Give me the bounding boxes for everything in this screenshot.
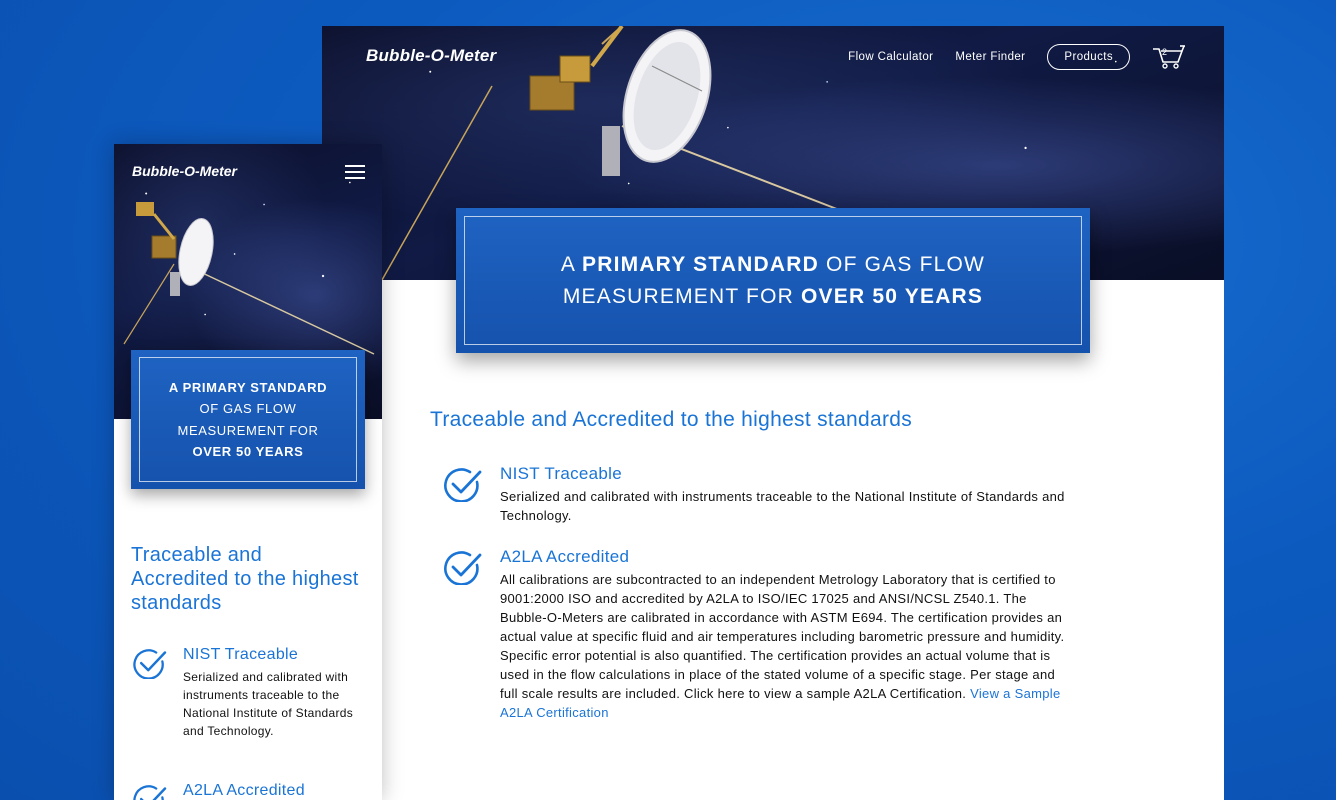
feature-title: NIST Traceable (500, 464, 622, 483)
feature-title: NIST Traceable (183, 646, 299, 663)
section-title: Traceable and Accredited to the highest … (131, 544, 359, 614)
feature-description: Serialized and calibrated with instrumen… (500, 489, 1065, 523)
hero-banner: A PRIMARY STANDARD OF GAS FLOW MEASUREME… (456, 208, 1090, 353)
brand-logo[interactable]: Bubble-O-Meter (132, 163, 237, 179)
hamburger-menu-icon[interactable] (344, 164, 366, 180)
feature-description: All calibrations are subcontracted to an… (500, 572, 1065, 720)
feature-nist: NIST Traceable Serialized and calibrated… (131, 646, 371, 740)
brand-logo[interactable]: Bubble-O-Meter (366, 46, 496, 66)
hero-banner-text: A PRIMARY STANDARD OF GAS FLOW MEASUREME… (464, 216, 1082, 345)
check-circle-icon (133, 649, 167, 679)
feature-nist: NIST Traceable Serialized and calibrated… (430, 464, 1070, 525)
check-circle-icon (444, 551, 482, 585)
feature-description: Serialized and calibrated with instrumen… (183, 670, 354, 738)
banner-line-2: MEASUREMENT FOR OVER 50 YEARS (562, 284, 984, 308)
mobile-mockup: Bubble-O-Meter A PRIMARY STANDARD OF GAS… (114, 144, 382, 800)
main-nav: Flow Calculator Meter Finder Products 2 (848, 44, 1186, 70)
feature-title: A2LA Accredited (500, 547, 630, 566)
nav-meter-finder[interactable]: Meter Finder (955, 51, 1025, 63)
cart-count-badge: 2 (1162, 47, 1168, 57)
desktop-mockup: Bubble-O-Meter Flow Calculator Meter Fin… (322, 26, 1224, 800)
banner-line-1: A PRIMARY STANDARD (168, 379, 328, 395)
hero-banner-text: A PRIMARY STANDARD OF GAS FLOW MEASUREME… (139, 357, 357, 482)
banner-line-1: A PRIMARY STANDARD OF GAS FLOW (560, 252, 986, 276)
check-circle-icon (444, 468, 482, 502)
banner-line-2: OF GAS FLOW (199, 401, 297, 416)
nav-flow-calculator[interactable]: Flow Calculator (848, 51, 933, 63)
cart-button[interactable]: 2 (1152, 44, 1186, 70)
check-circle-icon (133, 785, 167, 800)
feature-a2la: A2LA Accredited (131, 782, 371, 800)
standards-section: Traceable and Accredited to the highest … (430, 408, 1070, 722)
banner-line-4: OVER 50 YEARS (192, 444, 304, 459)
cart-icon (1153, 45, 1185, 69)
feature-title: A2LA Accredited (183, 782, 305, 799)
banner-line-3: MEASUREMENT FOR (177, 422, 319, 438)
section-title: Traceable and Accredited to the highest … (430, 408, 913, 431)
nav-products-button[interactable]: Products (1047, 44, 1130, 70)
hero-banner: A PRIMARY STANDARD OF GAS FLOW MEASUREME… (131, 350, 365, 489)
feature-a2la: A2LA Accredited All calibrations are sub… (430, 547, 1070, 722)
